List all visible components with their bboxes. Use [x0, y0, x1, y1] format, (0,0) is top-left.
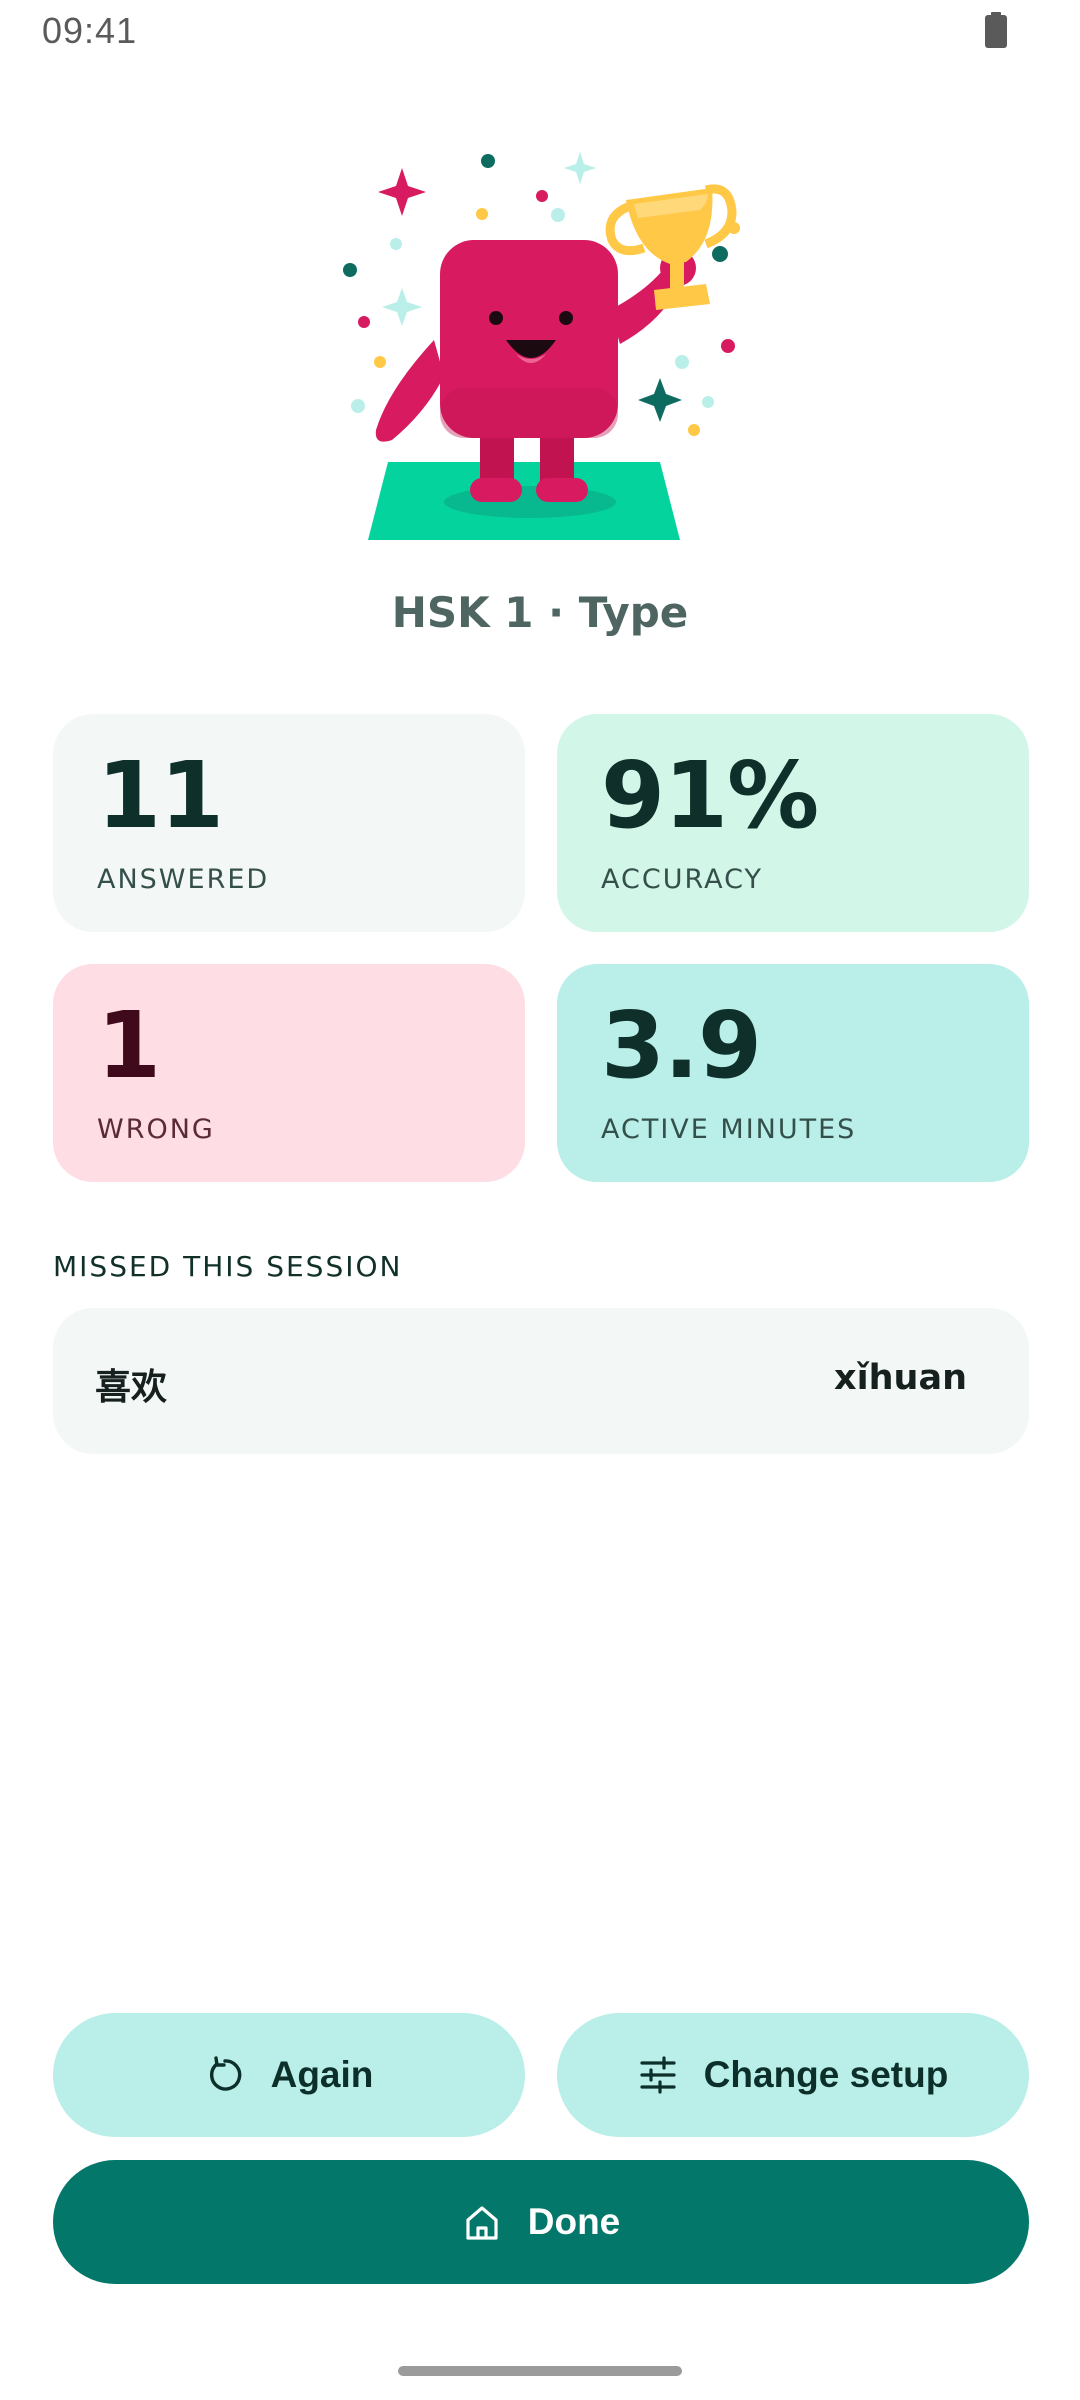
home-icon: [466, 2206, 498, 2240]
change-setup-button-label: Change setup: [703, 2054, 949, 2095]
home-indicator[interactable]: [398, 2366, 682, 2376]
missed-word-hanzi: 喜欢: [95, 1367, 168, 1408]
session-title: HSK 1 · Type: [391, 588, 689, 637]
sliders-icon: [640, 2056, 676, 2094]
missed-word-pinyin: xǐhuan: [834, 1358, 967, 1398]
again-button[interactable]: Again: [53, 2013, 525, 2137]
trophy-icon: [605, 184, 737, 310]
done-button-label: Done: [527, 2201, 621, 2242]
battery-icon: [985, 12, 1007, 48]
stat-label-accuracy: ACCURACY: [601, 864, 763, 895]
stat-card-active-minutes: 3.9 ACTIVE MINUTES: [557, 964, 1029, 1182]
stat-value-active-minutes: 3.9: [601, 992, 762, 1099]
trophy-mascot-illustration: [343, 152, 740, 540]
stat-value-answered: 11: [97, 742, 224, 849]
stat-label-wrong: WRONG: [97, 1114, 215, 1145]
stat-card-wrong: 1 WRONG: [53, 964, 525, 1182]
refresh-icon: [209, 2056, 241, 2091]
change-setup-button[interactable]: Change setup: [557, 2013, 1029, 2137]
missed-section-heading: MISSED THIS SESSION: [53, 1250, 403, 1283]
status-bar: 09:41: [0, 0, 1080, 60]
stat-card-answered: 11 ANSWERED: [53, 714, 525, 932]
missed-word-row[interactable]: 喜欢 xǐhuan: [53, 1308, 1029, 1454]
stat-label-active-minutes: ACTIVE MINUTES: [601, 1114, 857, 1145]
stat-card-accuracy: 91% ACCURACY: [557, 714, 1029, 932]
done-button[interactable]: Done: [53, 2160, 1029, 2284]
status-time: 09:41: [42, 10, 138, 51]
stat-value-wrong: 1: [97, 992, 161, 1099]
stat-label-answered: ANSWERED: [97, 864, 270, 895]
stat-value-accuracy: 91%: [601, 742, 819, 849]
again-button-label: Again: [270, 2054, 374, 2095]
